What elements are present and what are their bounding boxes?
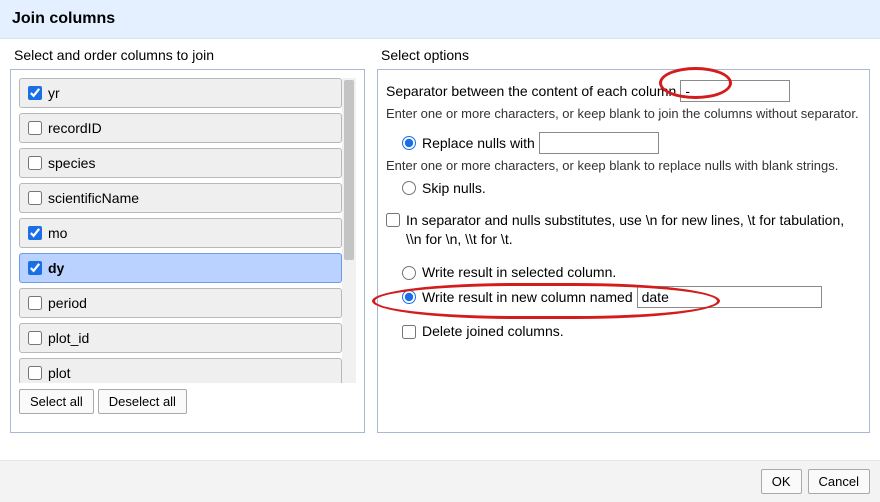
dialog-title: Join columns [12, 10, 115, 27]
write-selected-row: Write result in selected column. [402, 263, 861, 282]
column-checkbox[interactable] [28, 226, 42, 240]
dialog-body: Select and order columns to join yr recor… [0, 39, 880, 433]
column-label: species [48, 155, 95, 171]
write-new-label: Write result in new column named [422, 288, 633, 307]
select-all-button[interactable]: Select all [19, 389, 94, 414]
write-selected-radio[interactable] [402, 266, 416, 280]
column-label: plot_id [48, 330, 89, 346]
column-row[interactable]: plot [19, 358, 342, 383]
column-checkbox[interactable] [28, 156, 42, 170]
column-checkbox[interactable] [28, 86, 42, 100]
columns-list-wrap: yr recordID species scientificName mo dy perio… [19, 78, 356, 383]
escape-label: In separator and nulls substitutes, use … [406, 211, 861, 249]
separator-row: Separator between the content of each co… [386, 80, 861, 102]
separator-hint: Enter one or more characters, or keep bl… [386, 106, 861, 122]
column-label: yr [48, 85, 60, 101]
separator-input[interactable] [680, 80, 790, 102]
column-row[interactable]: scientificName [19, 183, 342, 213]
columns-panel-box: yr recordID species scientificName mo dy perio… [10, 69, 365, 433]
options-panel-box: Separator between the content of each co… [377, 69, 870, 433]
column-label: dy [48, 260, 64, 276]
columns-buttons: Select all Deselect all [19, 389, 356, 414]
column-label: scientificName [48, 190, 139, 206]
columns-panel-title: Select and order columns to join [10, 47, 365, 63]
new-column-name-input[interactable] [637, 286, 822, 308]
escape-row: In separator and nulls substitutes, use … [386, 211, 861, 249]
replace-nulls-hint: Enter one or more characters, or keep bl… [386, 158, 861, 174]
column-checkbox[interactable] [28, 331, 42, 345]
column-label: mo [48, 225, 67, 241]
scrollbar[interactable] [342, 78, 356, 383]
scrollbar-thumb[interactable] [344, 80, 354, 260]
columns-list: yr recordID species scientificName mo dy perio… [19, 78, 342, 383]
column-checkbox[interactable] [28, 366, 42, 380]
column-row[interactable]: plot_id [19, 323, 342, 353]
write-new-radio[interactable] [402, 290, 416, 304]
column-label: recordID [48, 120, 102, 136]
options-panel: Select options Separator between the con… [377, 47, 870, 433]
ok-button[interactable]: OK [761, 469, 802, 494]
delete-joined-checkbox[interactable] [402, 325, 416, 339]
columns-panel: Select and order columns to join yr recor… [10, 47, 365, 433]
write-selected-label: Write result in selected column. [422, 263, 616, 282]
column-row[interactable]: dy [19, 253, 342, 283]
replace-nulls-label: Replace nulls with [422, 134, 535, 153]
options-panel-title: Select options [377, 47, 870, 63]
replace-nulls-row: Replace nulls with [402, 132, 861, 154]
escape-checkbox[interactable] [386, 213, 400, 227]
deselect-all-button[interactable]: Deselect all [98, 389, 187, 414]
column-checkbox[interactable] [28, 121, 42, 135]
delete-joined-row: Delete joined columns. [402, 322, 861, 341]
column-row[interactable]: recordID [19, 113, 342, 143]
column-label: plot [48, 365, 71, 381]
column-checkbox[interactable] [28, 261, 42, 275]
delete-joined-label: Delete joined columns. [422, 322, 564, 341]
skip-nulls-label: Skip nulls. [422, 179, 486, 198]
column-label: period [48, 295, 87, 311]
replace-nulls-input[interactable] [539, 132, 659, 154]
skip-nulls-row: Skip nulls. [402, 179, 861, 198]
column-checkbox[interactable] [28, 191, 42, 205]
column-row[interactable]: period [19, 288, 342, 318]
dialog-footer: OK Cancel [0, 460, 880, 502]
write-new-row: Write result in new column named [402, 286, 861, 308]
separator-label: Separator between the content of each co… [386, 82, 676, 101]
column-row[interactable]: species [19, 148, 342, 178]
replace-nulls-radio[interactable] [402, 136, 416, 150]
skip-nulls-radio[interactable] [402, 181, 416, 195]
column-checkbox[interactable] [28, 296, 42, 310]
cancel-button[interactable]: Cancel [808, 469, 870, 494]
column-row[interactable]: mo [19, 218, 342, 248]
column-row[interactable]: yr [19, 78, 342, 108]
dialog-header: Join columns [0, 0, 880, 39]
